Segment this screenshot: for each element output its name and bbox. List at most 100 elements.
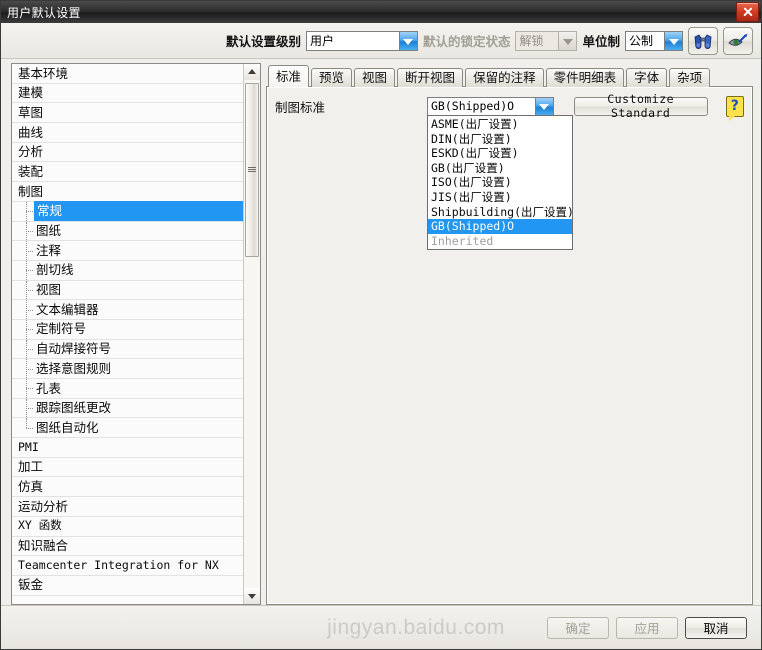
tab-4[interactable]: 保留的注释	[465, 68, 544, 87]
dialog-main: 基本环境 建模 草图 曲线 分析 装配 制图 常规 图纸 注释 剖切线 视图 文本编辑器 定制符号 自动焊接…	[1, 59, 761, 605]
dropdown-option[interactable]: GB(Shipped)O	[428, 219, 572, 234]
drafting-standard-select[interactable]: GB(Shipped)O	[427, 96, 554, 116]
tree-item[interactable]: 跟踪图纸更改	[12, 398, 243, 419]
tree-item[interactable]: 曲线	[12, 123, 243, 143]
chevron-down-icon[interactable]	[398, 31, 417, 50]
tree-item-label: 自动焊接符号	[36, 341, 112, 357]
dialog-client-area: 默认设置级别 用户 默认的锁定状态 解锁 单位制 公制 基本环境 建模 草图 曲…	[1, 23, 761, 649]
tree-item[interactable]: 图纸	[12, 221, 243, 242]
tree-item[interactable]: 定制符号	[12, 319, 243, 340]
tree-item-label: 选择意图规则	[36, 360, 112, 376]
cancel-button[interactable]: 取消	[685, 616, 747, 639]
tab-0[interactable]: 标准	[268, 65, 310, 87]
tab-7[interactable]: 杂项	[669, 68, 711, 87]
tree-item[interactable]: 文本编辑器	[12, 300, 243, 320]
units-value: 公制	[629, 34, 654, 48]
tree-item-label: 剖切线	[36, 262, 74, 278]
default-level-label: 默认设置级别	[225, 34, 301, 49]
category-tree[interactable]: 基本环境建模草图曲线分析装配制图常规 图纸注释 剖切线视图 文本编辑器 定制符号自动焊接…	[12, 64, 243, 604]
tab-5[interactable]: 零件明细表	[545, 68, 625, 87]
tree-item[interactable]: 剖切线	[12, 260, 243, 281]
ok-button: 确定	[547, 616, 609, 639]
chevron-down-icon[interactable]	[664, 31, 682, 50]
tree-item-label: 图纸自动化	[36, 419, 99, 435]
dropdown-option[interactable]: ASME(出厂设置)	[428, 117, 572, 132]
tree-item-label: 图纸	[36, 223, 62, 238]
scroll-up-icon[interactable]	[244, 64, 260, 80]
dropdown-option[interactable]: DIN(出厂设置)	[428, 132, 572, 147]
default-level-select[interactable]: 用户	[305, 30, 418, 51]
tree-item-label: 基本环境	[18, 65, 69, 81]
tree-item[interactable]: 选择意图规则	[12, 359, 243, 379]
dropdown-option[interactable]: ISO(出厂设置)	[428, 175, 572, 190]
scrollbar-track[interactable]	[244, 80, 260, 588]
tree-item[interactable]: 运动分析	[12, 497, 243, 517]
tree-item[interactable]: Teamcenter Integration for NX	[12, 556, 243, 576]
tree-item-label: Teamcenter Integration for NX	[18, 557, 219, 572]
tree-item-label: 分析	[18, 144, 44, 160]
tree-item[interactable]: 常规	[12, 201, 243, 222]
title-bar: 用户默认设置	[1, 1, 761, 23]
drafting-standard-dropdown[interactable]: ASME(出厂设置) DIN(出厂设置) ESKD(出厂设置) GB(出厂设置) ISO…	[427, 115, 574, 251]
tree-item[interactable]: 自动焊接符号	[12, 339, 243, 360]
tree-item[interactable]: 仿真	[12, 477, 243, 498]
tab-content-panel: 制图标准 GB(Shipped)O Customize Standard ? A…	[266, 86, 753, 605]
tree-item-label: 制图	[18, 183, 44, 199]
scrollbar-thumb[interactable]	[245, 83, 259, 257]
tree-item[interactable]: 图纸自动化	[12, 418, 243, 439]
help-icon[interactable]: ?	[725, 95, 745, 121]
tree-item[interactable]: 装配	[12, 162, 243, 183]
drafting-standard-value: GB(Shipped)O	[431, 99, 515, 113]
tree-item[interactable]: 注释	[12, 241, 243, 261]
tree-item[interactable]: XY 函数	[12, 517, 243, 537]
dropdown-option[interactable]: Shipbuilding(出厂设置)	[428, 205, 574, 220]
dropdown-option[interactable]: GB(出厂设置)	[428, 161, 572, 176]
tree-item[interactable]: 分析	[12, 143, 243, 163]
tree-item[interactable]: 钣金	[12, 576, 243, 596]
chevron-down-icon	[558, 31, 577, 50]
tree-item-label: 装配	[18, 163, 44, 179]
chevron-down-icon[interactable]	[534, 97, 553, 115]
default-level-value: 用户	[309, 34, 334, 48]
tree-item-label: 建模	[18, 85, 44, 101]
user-defaults-dialog: 用户默认设置 默认设置级别 用户 默认的锁定状态 解锁 单位制 公制 基本环境 …	[0, 0, 762, 650]
tree-item[interactable]: 孔表	[12, 379, 243, 399]
tab-2[interactable]: 视图	[354, 68, 396, 87]
tab-strip: 标准 预览 视图 断开视图 保留的注释 零件明细表 字体 杂项	[266, 65, 753, 87]
units-select[interactable]: 公制	[625, 30, 683, 51]
tab-1[interactable]: 预览	[311, 68, 353, 87]
tree-item-label: 草图	[18, 104, 44, 120]
tree-item[interactable]: 知识融合	[12, 537, 243, 557]
scroll-down-icon[interactable]	[244, 588, 260, 604]
tree-item-label: 跟踪图纸更改	[36, 400, 112, 416]
apply-button: 应用	[616, 616, 678, 639]
close-icon[interactable]	[736, 2, 759, 22]
lock-state-label: 默认的锁定状态	[422, 34, 511, 49]
tree-item[interactable]: PMI	[12, 438, 243, 458]
tree-item[interactable]: 建模	[12, 84, 243, 104]
category-tree-panel: 基本环境建模草图曲线分析装配制图常规 图纸注释 剖切线视图 文本编辑器 定制符号自动焊接…	[11, 63, 261, 605]
manage-settings-button[interactable]	[723, 26, 753, 55]
tree-item-label: 定制符号	[36, 321, 87, 337]
dropdown-option[interactable]: JIS(出厂设置)	[428, 190, 572, 205]
customize-standard-button[interactable]: Customize Standard	[573, 92, 708, 120]
tree-item[interactable]: 基本环境	[12, 64, 243, 84]
tree-item[interactable]: 视图	[12, 280, 243, 301]
drafting-standard-row: 制图标准 GB(Shipped)O Customize Standard ?	[275, 92, 745, 121]
find-button[interactable]	[688, 26, 718, 55]
tree-item-label: 曲线	[18, 124, 44, 140]
dialog-footer: 确定 应用 取消 jingyan.baidu.com	[1, 605, 761, 649]
tree-item-label: 孔表	[36, 380, 62, 396]
tree-scrollbar[interactable]	[243, 64, 260, 604]
tree-item[interactable]: 草图	[12, 103, 243, 124]
tree-item[interactable]: 加工	[12, 458, 243, 478]
lock-state-select: 解锁	[515, 30, 578, 51]
dropdown-option[interactable]: ESKD(出厂设置)	[428, 146, 572, 161]
tab-3[interactable]: 断开视图	[397, 68, 464, 87]
tree-item[interactable]: 制图	[12, 182, 243, 202]
tab-6[interactable]: 字体	[626, 68, 668, 87]
tree-item-label: 常规	[34, 201, 243, 222]
binoculars-icon	[694, 33, 712, 49]
tab-area: 标准 预览 视图 断开视图 保留的注释 零件明细表 字体 杂项 制图标准 GB(Shipped…	[266, 63, 753, 605]
tree-item-label: 知识融合	[18, 538, 69, 553]
